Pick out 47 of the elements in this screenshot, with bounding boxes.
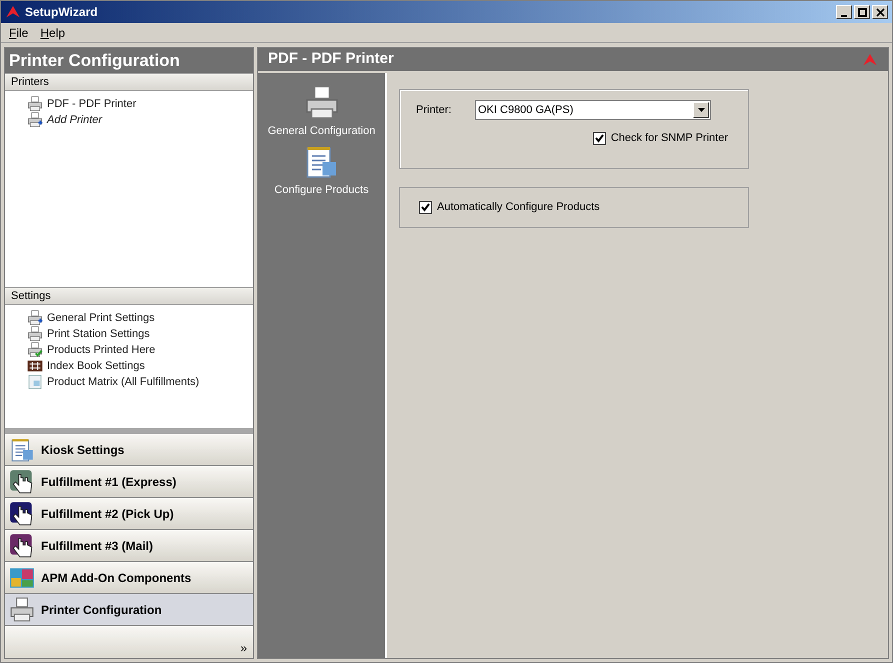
logo-icon — [862, 52, 878, 68]
list-item[interactable]: Product Matrix (All Fulfillments) — [47, 374, 200, 390]
maximize-icon — [858, 8, 866, 16]
list-item[interactable]: Add Printer — [47, 112, 102, 128]
nav-button[interactable]: Fulfillment #1 (Express) — [5, 466, 253, 498]
nav-button[interactable]: Printer Configuration — [5, 594, 253, 626]
checkbox-label: Check for SNMP Printer — [610, 131, 728, 146]
menu-item[interactable]: File — [9, 24, 28, 42]
minimize-button[interactable] — [836, 5, 852, 19]
checkbox-label: Automatically Configure Products — [437, 200, 600, 216]
overflow-button[interactable]: » — [240, 642, 247, 654]
close-icon — [876, 8, 884, 16]
minimize-icon — [841, 14, 847, 16]
app-logo-icon — [5, 4, 21, 20]
list-item[interactable]: PDF - PDF Printer — [47, 96, 136, 112]
grid-icon — [27, 358, 43, 374]
printer-plus-icon — [27, 112, 43, 128]
list-item[interactable]: General Print Settings — [47, 310, 155, 326]
section-header: Settings — [5, 287, 253, 305]
side-nav-button[interactable]: General Configuration — [268, 85, 376, 140]
printer-dropdown[interactable]: OKI C9800 GA(PS) — [475, 100, 711, 120]
nav-button[interactable]: Fulfillment #2 (Pick Up) — [5, 498, 253, 530]
notepad-icon — [9, 436, 35, 462]
printer-plus-icon — [27, 310, 43, 326]
side-nav-button[interactable]: Configure Products — [274, 144, 369, 198]
close-button[interactable] — [872, 5, 888, 19]
panel-title: PDF - PDF Printer — [268, 49, 394, 70]
window-title: SetupWizard — [25, 4, 98, 21]
printer-icon — [27, 96, 43, 112]
printer-check-icon — [27, 342, 43, 358]
splitter-handle[interactable] — [5, 428, 253, 434]
panel-title: Printer Configuration — [5, 48, 253, 73]
section-header: Printers — [5, 73, 253, 91]
nav-button[interactable]: Kiosk Settings — [5, 434, 253, 466]
field-label: Printer: — [416, 102, 452, 118]
checkbox[interactable] — [419, 201, 432, 214]
maximize-button[interactable] — [854, 5, 870, 19]
sheet-icon — [27, 374, 43, 390]
menu-item[interactable]: Help — [40, 24, 66, 42]
printer-icon — [27, 326, 43, 342]
nav-button[interactable]: APM Add-On Components — [5, 562, 253, 594]
printer-icon — [9, 596, 35, 622]
list-item[interactable]: Index Book Settings — [47, 358, 145, 374]
list-item[interactable]: Print Station Settings — [47, 326, 150, 342]
checkbox[interactable] — [592, 132, 606, 145]
list-item[interactable]: Products Printed Here — [47, 342, 156, 358]
nav-button[interactable]: Fulfillment #3 (Mail) — [5, 530, 253, 562]
